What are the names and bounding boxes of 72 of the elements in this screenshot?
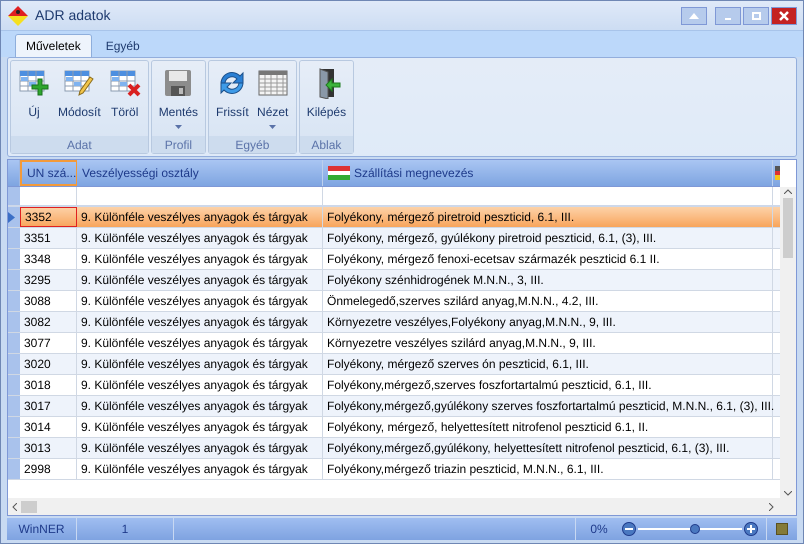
table-cell: Folyékony, mérgező fenoxi-ecetsav származék peszticid 6.1 II. <box>323 249 773 269</box>
table-cell: 9. Különféle veszélyes anyagok és tárgyak <box>77 375 323 395</box>
ribbon-button[interactable]: Kilépés <box>304 61 350 136</box>
table-cell: Folyékony, mérgező, helyettesített nitrofenol peszticid 6.1, II. <box>323 417 773 437</box>
table-row[interactable]: 3082 9. Különféle veszélyes anyagok és tárgyak Környezetre veszélyes,Folyékony anyag,M.N.N., 9, III. <box>8 312 780 333</box>
table-cell: 9. Különféle veszélyes anyagok és tárgyak <box>77 228 323 248</box>
column-header[interactable]: UN szá... <box>20 160 77 186</box>
ribbon-group-label: Profil <box>152 136 206 153</box>
table-cell: Folyékony, mérgező, gyúlékony piretroid peszticid, 6.1, (3), III. <box>323 228 773 248</box>
table-row[interactable]: 3013 9. Különféle veszélyes anyagok és tárgyak Folyékony,mérgező,gyúlékony, helyettesített nitrofenol peszticid, 6.1, (3), III. <box>8 438 780 459</box>
table-cell: Folyékony, mérgező piretroid peszticid, 6.1, III. <box>323 207 773 227</box>
table-cell: Önmelegedő,szerves szilárd anyag,M.N.N., 4.2, III. <box>323 291 773 311</box>
zoom-percent: 0% <box>589 521 609 538</box>
table-row[interactable]: 3295 9. Különféle veszélyes anyagok és tárgyak Folyékony szénhidrogének M.N.N., 3, III. <box>8 270 780 291</box>
table-cell: 9. Különféle veszélyes anyagok és tárgyak <box>77 333 323 353</box>
table-cell: 9. Különféle veszélyes anyagok és tárgyak <box>77 249 323 269</box>
table-cell: 3295 <box>20 270 77 290</box>
ribbon-button[interactable]: Módosít <box>55 61 104 136</box>
table-row[interactable]: 3351 9. Különféle veszélyes anyagok és tárgyak Folyékony, mérgező, gyúlékony piretroid peszticid, 6.1, (3), III. <box>8 228 780 249</box>
table-cell: 9. Különféle veszélyes anyagok és tárgyak <box>77 291 323 311</box>
ribbon-tab[interactable]: Műveletek <box>15 34 92 57</box>
table-cell: 9. Különféle veszélyes anyagok és tárgyak <box>77 312 323 332</box>
table-cell: 2998 <box>20 459 77 479</box>
table-row[interactable]: 2998 9. Különféle veszélyes anyagok és tárgyak Folyékony,mérgező triazin peszticid, M.N.N., 6.1, III. <box>8 459 780 480</box>
table-cell: 3082 <box>20 312 77 332</box>
ribbon-group-label: Egyéb <box>209 136 296 153</box>
table-cell: 9. Különféle veszélyes anyagok és tárgyak <box>77 270 323 290</box>
table-cell: Folyékony,mérgező,gyúlékony, helyettesített nitrofenol peszticid, 6.1, (3), III. <box>323 438 773 458</box>
column-header[interactable]: Veszélyességi osztály <box>77 160 323 186</box>
table-cell: Folyékony, mérgező szerves ón peszticid, 6.1, III. <box>323 354 773 374</box>
table-cell: 9. Különféle veszélyes anyagok és tárgyak <box>77 396 323 416</box>
table-cell: Folyékony,mérgező triazin peszticid, M.N.N., 6.1, III. <box>323 459 773 479</box>
ribbon-button[interactable]: Mentés <box>156 61 202 136</box>
table-cell: 9. Különféle veszélyes anyagok és tárgyak <box>77 438 323 458</box>
table-cell: 3020 <box>20 354 77 374</box>
table-cell: 9. Különféle veszélyes anyagok és tárgyak <box>77 417 323 437</box>
status-app-name: WinNER <box>7 518 77 540</box>
table-cell: Környezetre veszélyes,Folyékony anyag,M.N.N., 9, III. <box>323 312 773 332</box>
column-header[interactable]: Szállítási megnevezés <box>323 160 773 186</box>
ribbon-tab[interactable]: Egyéb <box>92 34 154 57</box>
table-cell: 3014 <box>20 417 77 437</box>
window-title: ADR adatok <box>35 6 110 25</box>
ribbon-group-label: Ablak <box>300 136 354 153</box>
table-row[interactable]: 3014 9. Különféle veszélyes anyagok és tárgyak Folyékony, mérgező, helyettesített nitrofenol peszticid 6.1, II. <box>8 417 780 438</box>
table-cell: Folyékony,mérgező,szerves foszfortartalmú peszticid, 6.1, III. <box>323 375 773 395</box>
table-cell: Folyékony,mérgező,gyúlékony szerves foszfortartalmú peszticid, M.N.N., 6.1, (3), III. <box>323 396 773 416</box>
table-cell: 3018 <box>20 375 77 395</box>
table-cell: 9. Különféle veszélyes anyagok és tárgyak <box>77 459 323 479</box>
table-row[interactable]: 3018 9. Különféle veszélyes anyagok és tárgyak Folyékony,mérgező,szerves foszfortartalmú peszticid, 6.1, III. <box>8 375 780 396</box>
table-cell: 3352 <box>20 207 77 227</box>
ribbon-button[interactable]: Nézet <box>254 61 292 136</box>
table-row[interactable]: 3017 9. Különféle veszélyes anyagok és tárgyak Folyékony,mérgező,gyúlékony szerves foszfortartalmú peszticid, M.N.N., 6.1, (3), III. <box>8 396 780 417</box>
table-cell: 3088 <box>20 291 77 311</box>
table-row[interactable]: 3088 9. Különféle veszélyes anyagok és tárgyak Önmelegedő,szerves szilárd anyag,M.N.N., 4.2, III. <box>8 291 780 312</box>
table-row[interactable]: 3348 9. Különféle veszélyes anyagok és tárgyak Folyékony, mérgező fenoxi-ecetsav származék peszticid 6.1 II. <box>8 249 780 270</box>
status-count: 1 <box>77 518 174 540</box>
table-row[interactable]: 3352 9. Különféle veszélyes anyagok és tárgyak Folyékony, mérgező piretroid peszticid, 6.1, III. <box>8 207 780 228</box>
table-cell: 3013 <box>20 438 77 458</box>
ribbon-button[interactable]: Frissít <box>213 61 252 136</box>
ribbon-button[interactable]: Új <box>15 61 53 136</box>
table-cell: 3348 <box>20 249 77 269</box>
table-row[interactable]: 3077 9. Különféle veszélyes anyagok és tárgyak Környezetre veszélyes szilárd anyag,M.N.N., 9, III. <box>8 333 780 354</box>
table-cell: 3351 <box>20 228 77 248</box>
ribbon-group-label: Adat <box>11 136 148 153</box>
table-cell: 3017 <box>20 396 77 416</box>
table-cell: Környezetre veszélyes szilárd anyag,M.N.N., 9, III. <box>323 333 773 353</box>
table-cell: Folyékony szénhidrogének M.N.N., 3, III. <box>323 270 773 290</box>
table-cell: 9. Különféle veszélyes anyagok és tárgyak <box>77 354 323 374</box>
ribbon-button[interactable]: Töröl <box>106 61 144 136</box>
table-row[interactable]: 3020 9. Különféle veszélyes anyagok és tárgyak Folyékony, mérgező szerves ón peszticid, 6.1, III. <box>8 354 780 375</box>
table-cell: 9. Különféle veszélyes anyagok és tárgyak <box>77 207 323 227</box>
table-cell: 3077 <box>20 333 77 353</box>
